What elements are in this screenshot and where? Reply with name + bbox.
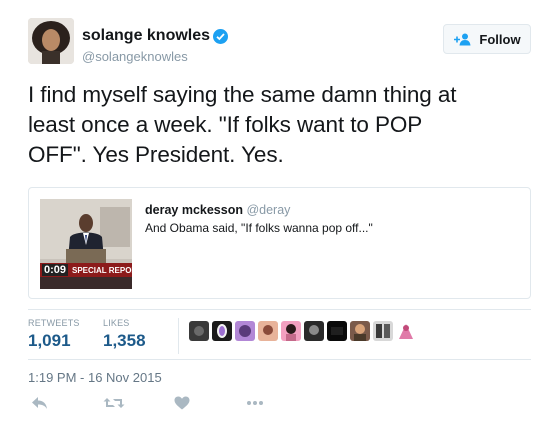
add-user-icon xyxy=(454,33,471,45)
author-display-name[interactable]: solange knowles xyxy=(82,27,210,45)
quoted-author-name: deray mckesson xyxy=(145,203,243,217)
tweet-text-line: I find myself saying the same damn thing… xyxy=(28,82,457,107)
like-icon xyxy=(174,396,190,410)
likes-count[interactable]: 1,358 xyxy=(103,331,146,351)
follow-label: Follow xyxy=(479,31,521,47)
tweet-text: I find myself saying the same damn thing… xyxy=(28,80,540,170)
liker-avatar[interactable] xyxy=(396,321,416,341)
stats-top-divider xyxy=(28,309,531,310)
tweet-timestamp[interactable]: 1:19 PM - 16 Nov 2015 xyxy=(28,370,162,385)
liker-avatar[interactable] xyxy=(189,321,209,341)
more-button[interactable] xyxy=(244,394,266,412)
author-avatar[interactable] xyxy=(28,18,74,64)
likes-label: LIKES xyxy=(103,318,130,328)
tweet-text-line: OFF". Yes President. Yes. xyxy=(28,142,284,167)
tweet-text-line: least once a week. "If folks want to POP xyxy=(28,112,423,137)
liker-avatar[interactable] xyxy=(373,321,393,341)
liker-avatar[interactable] xyxy=(304,321,324,341)
more-icon xyxy=(247,401,263,405)
reply-icon xyxy=(32,397,47,409)
stats-separator xyxy=(178,318,179,354)
stats-bottom-divider xyxy=(28,359,531,360)
liker-avatar[interactable] xyxy=(281,321,301,341)
verified-badge-icon xyxy=(213,29,228,44)
quoted-author-handle: @deray xyxy=(246,203,291,217)
liker-avatar[interactable] xyxy=(350,321,370,341)
avatar-image xyxy=(28,18,74,64)
liker-avatar[interactable] xyxy=(235,321,255,341)
quoted-tweet-text: And Obama said, "If folks wanna pop off.… xyxy=(145,221,373,235)
liker-avatar[interactable] xyxy=(258,321,278,341)
quoted-tweet-thumbnail[interactable]: 0:09 SPECIAL REPOR xyxy=(40,199,132,289)
video-time-label: 0:09 xyxy=(42,264,69,276)
liker-avatar[interactable] xyxy=(212,321,232,341)
retweet-icon xyxy=(103,398,125,408)
like-button[interactable] xyxy=(171,394,193,412)
video-banner-text: SPECIAL REPOR xyxy=(72,266,132,275)
follow-button[interactable]: Follow xyxy=(443,24,531,54)
retweet-button[interactable] xyxy=(103,394,125,412)
reply-button[interactable] xyxy=(29,394,51,412)
retweets-count[interactable]: 1,091 xyxy=(28,331,71,351)
liker-avatar[interactable] xyxy=(327,321,347,341)
author-handle[interactable]: @solangeknowles xyxy=(82,49,188,64)
retweets-label: RETWEETS xyxy=(28,318,80,328)
quoted-tweet-author[interactable]: deray mckesson @deray xyxy=(145,203,290,217)
